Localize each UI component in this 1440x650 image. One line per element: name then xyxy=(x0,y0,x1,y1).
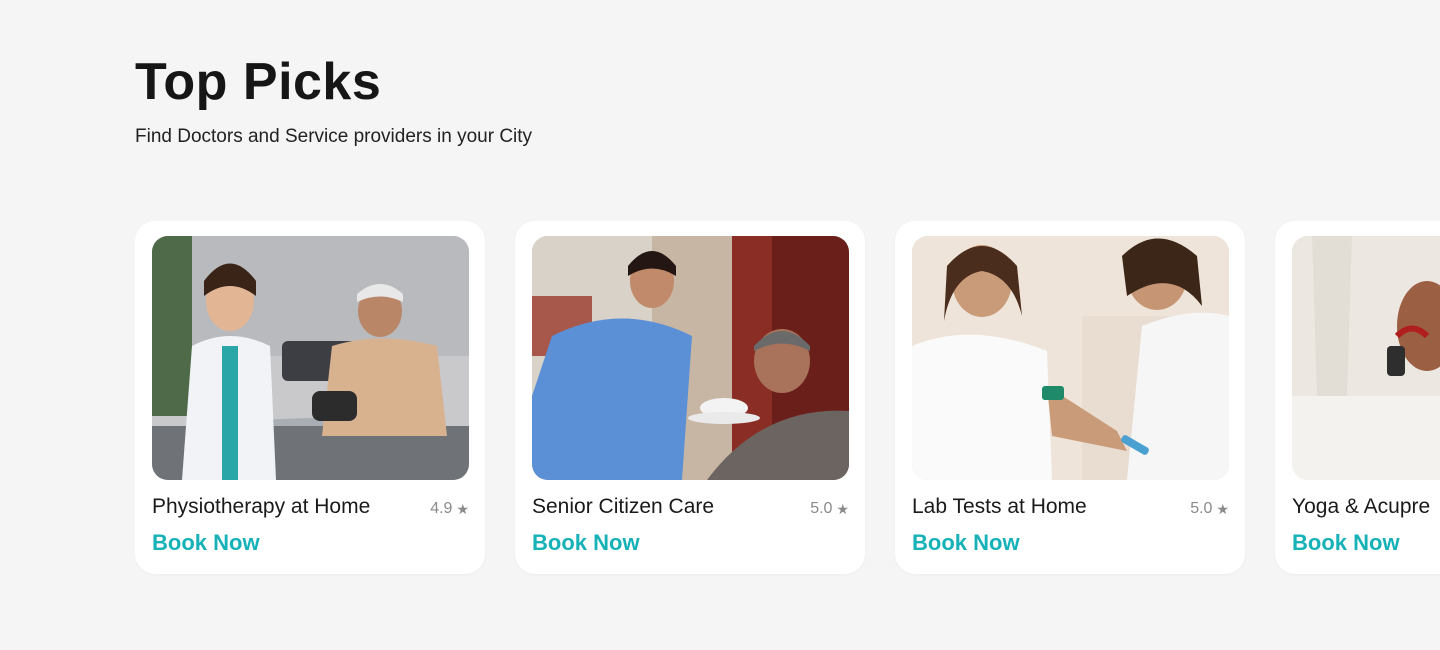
yoga-acupressure-photo xyxy=(1292,236,1440,480)
book-now-button[interactable]: Book Now xyxy=(152,530,260,556)
card-rating: 5.0 ★ xyxy=(1190,500,1229,518)
yoga-acupressure-image xyxy=(1292,236,1440,480)
senior-care-image xyxy=(532,236,849,480)
section-subtitle: Find Doctors and Service providers in yo… xyxy=(135,126,533,147)
star-icon: ★ xyxy=(1216,500,1229,517)
rating-value: 4.9 xyxy=(430,500,453,517)
star-icon: ★ xyxy=(456,500,469,517)
card-title: Yoga & Acupre xyxy=(1292,495,1431,518)
service-card-yoga-acupressure[interactable]: Yoga & Acupre Book Now xyxy=(1275,221,1440,574)
top-picks-section: Top Picks Find Doctors and Service provi… xyxy=(135,0,1440,650)
card-rating: 5.0 ★ xyxy=(810,500,849,518)
rating-value: 5.0 xyxy=(810,500,833,517)
book-now-button[interactable]: Book Now xyxy=(912,530,1020,556)
physiotherapy-image xyxy=(152,236,469,480)
card-rating: 4.9 ★ xyxy=(430,500,469,518)
physiotherapy-photo xyxy=(152,236,469,480)
lab-tests-image xyxy=(912,236,1229,480)
card-title: Lab Tests at Home xyxy=(912,495,1087,518)
service-card-lab-tests[interactable]: Lab Tests at Home 5.0 ★ Book Now xyxy=(895,221,1245,574)
cards-carousel[interactable]: Physiotherapy at Home 4.9 ★ Book Now Sen… xyxy=(135,221,1440,581)
section-title: Top Picks xyxy=(135,53,382,111)
card-title: Senior Citizen Care xyxy=(532,495,715,518)
service-card-senior-care[interactable]: Senior Citizen Care 5.0 ★ Book Now xyxy=(515,221,865,574)
rating-value: 5.0 xyxy=(1190,500,1213,517)
senior-care-photo xyxy=(532,236,849,480)
service-card-physiotherapy[interactable]: Physiotherapy at Home 4.9 ★ Book Now xyxy=(135,221,485,574)
star-icon: ★ xyxy=(836,500,849,517)
lab-tests-photo xyxy=(912,236,1229,480)
book-now-button[interactable]: Book Now xyxy=(1292,530,1400,556)
book-now-button[interactable]: Book Now xyxy=(532,530,640,556)
card-title: Physiotherapy at Home xyxy=(152,495,371,518)
